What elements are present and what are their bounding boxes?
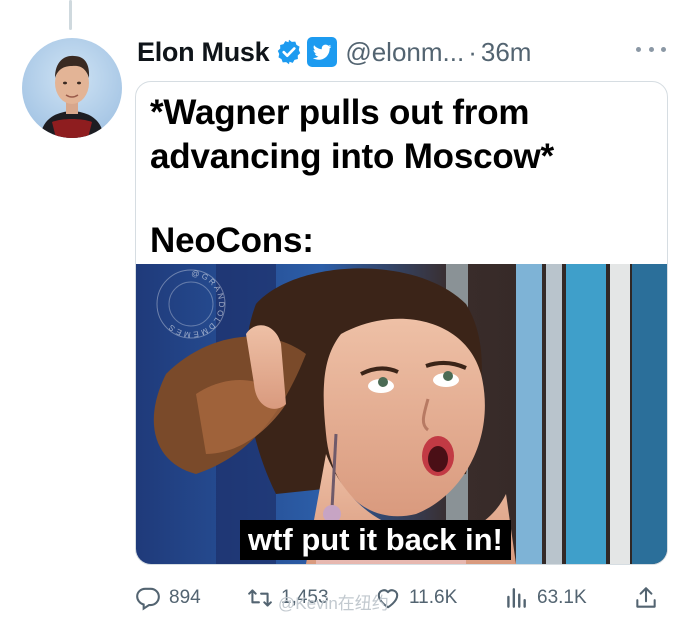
share-icon bbox=[636, 587, 656, 608]
like-count: 11.6K bbox=[409, 587, 458, 608]
more-icon[interactable] bbox=[636, 42, 666, 56]
reply-count: 894 bbox=[169, 587, 201, 608]
heart-icon bbox=[377, 589, 399, 609]
avatar[interactable] bbox=[22, 38, 122, 138]
like-button[interactable]: 11.6K bbox=[375, 585, 503, 611]
retweet-count: 1,453 bbox=[281, 587, 329, 608]
meme-text-line-1: *Wagner pulls out from bbox=[150, 93, 530, 132]
meme-watermark-text: @GRANDOLDMEMES bbox=[166, 269, 225, 340]
tweet-action-bar: 894 1,453 11.6K 63.1K bbox=[135, 581, 665, 615]
retweet-button[interactable]: 1,453 bbox=[247, 585, 375, 611]
meme-caption: wtf put it back in! bbox=[240, 520, 511, 560]
views-button[interactable]: 63.1K bbox=[503, 585, 633, 611]
share-button[interactable] bbox=[633, 585, 663, 611]
views-count: 63.1K bbox=[537, 587, 587, 608]
twitter-bird-icon bbox=[307, 37, 338, 67]
tweet-header: Elon Musk @elonm... · 36m bbox=[137, 30, 531, 74]
meme-photo: @GRANDOLDMEMES wtf put it back in! bbox=[136, 264, 667, 564]
retweet-icon bbox=[248, 589, 272, 607]
reply-button[interactable]: 894 bbox=[135, 585, 247, 611]
meme-watermark-icon: @GRANDOLDMEMES bbox=[156, 269, 227, 340]
verified-badge-icon bbox=[278, 39, 301, 65]
avatar-image bbox=[40, 55, 104, 138]
meme-text-line-2: advancing into Moscow* bbox=[150, 137, 554, 176]
meme-text-line-3: NeoCons: bbox=[150, 221, 314, 260]
tweet-media-image[interactable]: *Wagner pulls out from advancing into Mo… bbox=[135, 81, 668, 565]
author-name[interactable]: Elon Musk bbox=[137, 37, 270, 68]
tweet-timestamp[interactable]: 36m bbox=[481, 37, 532, 68]
svg-text:@GRANDOLDMEMES: @GRANDOLDMEMES bbox=[166, 269, 227, 340]
reply-icon bbox=[136, 587, 160, 611]
header-separator: · bbox=[468, 36, 477, 67]
thread-connector-line bbox=[69, 0, 72, 30]
author-handle[interactable]: @elonm... bbox=[345, 37, 464, 68]
views-chart-icon bbox=[507, 588, 526, 608]
